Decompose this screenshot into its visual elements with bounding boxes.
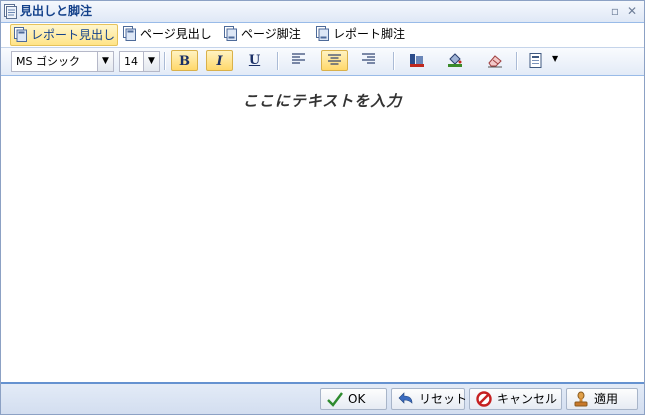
tab-page-header[interactable]: ページ見出し bbox=[120, 24, 212, 44]
text-color-icon bbox=[410, 54, 424, 67]
title-bar[interactable]: 見出しと脚注 ▫ ✕ bbox=[1, 1, 644, 23]
toolbar-divider bbox=[164, 52, 166, 70]
apply-label: 適用 bbox=[594, 392, 619, 406]
document-icon bbox=[4, 4, 17, 19]
font-family-select[interactable]: MS ゴシック ▼ bbox=[11, 51, 114, 72]
align-right-icon bbox=[362, 53, 375, 64]
report-footer-icon bbox=[316, 26, 329, 41]
chevron-down-icon[interactable]: ▼ bbox=[143, 52, 159, 71]
toolbar-divider bbox=[516, 52, 518, 70]
checkmark-icon bbox=[327, 392, 343, 407]
undo-arrow-icon bbox=[398, 392, 413, 404]
underline-button[interactable]: U bbox=[241, 50, 268, 71]
report-header-icon bbox=[14, 27, 27, 42]
toolbar-divider bbox=[393, 52, 395, 70]
align-right-button[interactable] bbox=[356, 50, 383, 71]
dropdown-arrow-icon[interactable]: ▼ bbox=[552, 54, 558, 63]
insert-field-button[interactable] bbox=[523, 50, 550, 71]
maximize-icon[interactable]: ▫ bbox=[609, 5, 621, 17]
text-color-button[interactable] bbox=[403, 50, 430, 71]
dialog-footer: OK リセット キャンセル 適用 bbox=[1, 384, 644, 414]
cancel-icon bbox=[476, 391, 492, 407]
editor-placeholder: ここにテキストを入力 bbox=[242, 92, 403, 110]
insert-field-icon bbox=[529, 53, 542, 68]
close-icon[interactable]: ✕ bbox=[626, 5, 638, 17]
apply-button[interactable]: 適用 bbox=[566, 388, 638, 410]
tab-page-footer[interactable]: ページ脚注 bbox=[221, 24, 305, 44]
reset-button[interactable]: リセット bbox=[391, 388, 468, 410]
tab-label: ページ脚注 bbox=[241, 27, 301, 41]
tab-bar: レポート見出し ページ見出し ページ脚注 レポート脚注 bbox=[1, 23, 644, 48]
tab-label: レポート見出し bbox=[31, 28, 116, 42]
align-left-icon bbox=[292, 53, 305, 64]
font-size-select[interactable]: 14 ▼ bbox=[119, 51, 160, 72]
stamp-icon bbox=[574, 391, 588, 407]
tab-label: レポート脚注 bbox=[333, 27, 406, 41]
toolbar-divider bbox=[277, 52, 279, 70]
italic-button[interactable]: I bbox=[206, 50, 233, 71]
paint-bucket-icon bbox=[448, 53, 462, 67]
cancel-label: キャンセル bbox=[497, 392, 558, 406]
align-left-button[interactable] bbox=[286, 50, 313, 71]
font-size-value: 14 bbox=[124, 55, 138, 68]
ok-button[interactable]: OK bbox=[320, 388, 387, 410]
tab-report-header[interactable]: レポート見出し bbox=[10, 24, 118, 46]
tab-report-footer[interactable]: レポート脚注 bbox=[313, 24, 405, 44]
background-color-button[interactable] bbox=[441, 50, 468, 71]
dialog-title: 見出しと脚注 bbox=[20, 4, 93, 18]
reset-label: リセット bbox=[419, 392, 468, 406]
eraser-icon bbox=[488, 55, 502, 68]
formatting-toolbar: MS ゴシック ▼ 14 ▼ B I U ▼ bbox=[1, 48, 644, 76]
clear-format-button[interactable] bbox=[481, 50, 508, 71]
chevron-down-icon[interactable]: ▼ bbox=[97, 52, 113, 71]
page-footer-icon bbox=[224, 26, 237, 41]
cancel-button[interactable]: キャンセル bbox=[469, 388, 562, 410]
bold-button[interactable]: B bbox=[171, 50, 198, 71]
align-center-icon bbox=[328, 54, 341, 65]
ok-label: OK bbox=[348, 392, 366, 406]
headings-footnotes-dialog: 見出しと脚注 ▫ ✕ レポート見出し ページ見出し ページ脚注 レポート脚注 M… bbox=[0, 0, 645, 415]
tab-label: ページ見出し bbox=[140, 27, 212, 41]
font-family-value: MS ゴシック bbox=[16, 55, 80, 68]
page-header-icon bbox=[123, 26, 136, 41]
align-center-button[interactable] bbox=[321, 50, 348, 71]
text-editor-area[interactable]: ここにテキストを入力 bbox=[1, 76, 644, 384]
